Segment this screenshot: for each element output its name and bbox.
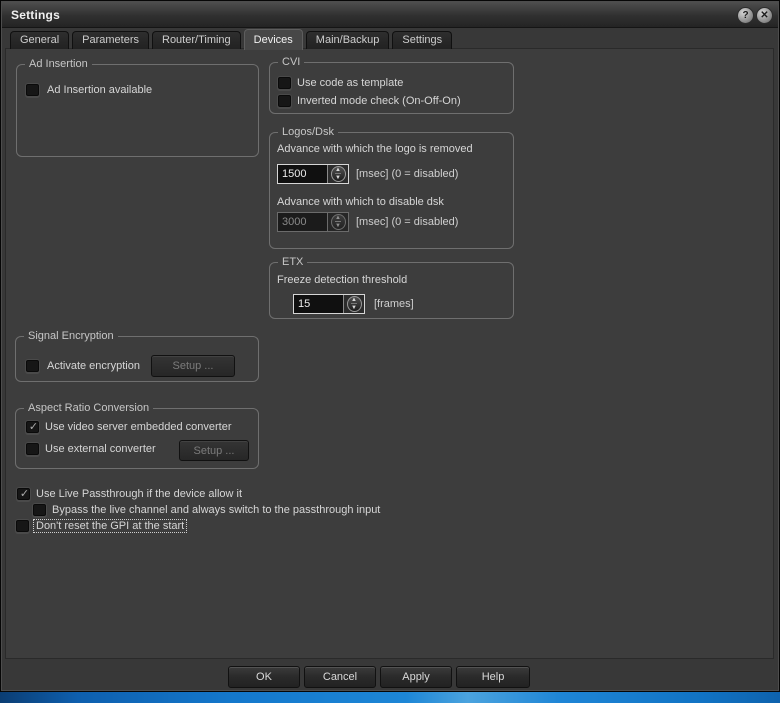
- ad-insertion-available-row: Ad Insertion available: [25, 83, 152, 97]
- spinner-knob: ▲ ▼: [347, 296, 362, 312]
- logos-dsk-group-title: Logos/Dsk: [278, 126, 338, 139]
- gpi-reset-checkbox[interactable]: [15, 519, 30, 533]
- ad-insertion-group-title: Ad Insertion: [25, 58, 92, 71]
- embedded-converter-row: ✓ Use video server embedded converter: [25, 420, 231, 434]
- dsk-advance-unit: [msec] (0 = disabled): [356, 212, 458, 232]
- close-button[interactable]: ✕: [756, 7, 773, 24]
- external-converter-setup-button: Setup ...: [179, 440, 249, 461]
- freeze-threshold-label: Freeze detection threshold: [277, 274, 407, 286]
- ad-insertion-group: Ad Insertion: [16, 64, 259, 157]
- inverted-mode-label: Inverted mode check (On-Off-On): [297, 95, 461, 107]
- use-code-checkbox[interactable]: [277, 76, 292, 90]
- etx-group-title: ETX: [278, 256, 307, 269]
- live-passthrough-row: ✓ Use Live Passthrough if the device all…: [16, 487, 242, 501]
- external-converter-checkbox[interactable]: [25, 442, 40, 456]
- dsk-advance-spinbox: ▲ ▼: [277, 212, 349, 232]
- tab-general[interactable]: General: [10, 31, 69, 49]
- tab-parameters[interactable]: Parameters: [72, 31, 149, 49]
- cvi-group-title: CVI: [278, 56, 304, 69]
- gpi-reset-row: Don't reset the GPI at the start: [15, 519, 187, 533]
- freeze-threshold-unit: [frames]: [374, 294, 414, 314]
- freeze-threshold-input[interactable]: [294, 295, 343, 313]
- help-button[interactable]: ?: [737, 7, 754, 24]
- spin-down-icon: ▼: [335, 173, 341, 181]
- spin-down-icon: ▼: [351, 303, 357, 311]
- bypass-live-channel-row: Bypass the live channel and always switc…: [32, 503, 380, 517]
- logo-advance-unit: [msec] (0 = disabled): [356, 164, 458, 184]
- help-button-bottom[interactable]: Help: [456, 666, 530, 688]
- gpi-reset-label: Don't reset the GPI at the start: [33, 519, 187, 533]
- desktop-background: [0, 692, 780, 703]
- close-icon: ✕: [760, 10, 768, 21]
- bypass-live-channel-label: Bypass the live channel and always switc…: [52, 504, 380, 516]
- settings-window: Settings ? ✕ General Parameters Router/T…: [0, 0, 780, 692]
- spin-down-icon: ▼: [335, 221, 341, 229]
- dsk-advance-spinner: ▲ ▼: [327, 213, 348, 231]
- external-converter-row: Use external converter: [25, 442, 156, 456]
- freeze-threshold-spinner[interactable]: ▲ ▼: [343, 295, 364, 313]
- activate-encryption-checkbox[interactable]: [25, 359, 40, 373]
- tab-main-backup[interactable]: Main/Backup: [306, 31, 390, 49]
- inverted-mode-checkbox[interactable]: [277, 94, 292, 108]
- cancel-button[interactable]: Cancel: [304, 666, 376, 688]
- ad-insertion-available-checkbox[interactable]: [25, 83, 40, 97]
- signal-encryption-group-title: Signal Encryption: [24, 330, 118, 343]
- use-code-label: Use code as template: [297, 77, 403, 89]
- tab-bar: General Parameters Router/Timing Devices…: [10, 30, 455, 49]
- check-icon: ✓: [26, 420, 41, 434]
- ok-button[interactable]: OK: [228, 666, 300, 688]
- spinner-knob: ▲ ▼: [331, 214, 346, 230]
- tab-devices[interactable]: Devices: [244, 29, 303, 50]
- titlebar: Settings ? ✕: [2, 2, 778, 28]
- external-converter-label: Use external converter: [45, 443, 156, 455]
- logo-advance-spinbox: ▲ ▼: [277, 164, 349, 184]
- logo-advance-label: Advance with which the logo is removed: [277, 143, 473, 155]
- logo-advance-input[interactable]: [278, 165, 327, 183]
- freeze-threshold-spinbox: ▲ ▼: [293, 294, 365, 314]
- aspect-ratio-group-title: Aspect Ratio Conversion: [24, 402, 153, 415]
- tab-settings[interactable]: Settings: [392, 31, 452, 49]
- dsk-advance-input: [278, 213, 327, 231]
- help-icon: ?: [742, 10, 748, 21]
- activate-encryption-row: Activate encryption: [25, 359, 140, 373]
- use-code-row: Use code as template: [277, 76, 403, 90]
- embedded-converter-label: Use video server embedded converter: [45, 421, 231, 433]
- logo-advance-spinner[interactable]: ▲ ▼: [327, 165, 348, 183]
- embedded-converter-checkbox[interactable]: ✓: [25, 420, 40, 434]
- apply-button[interactable]: Apply: [380, 666, 452, 688]
- encryption-setup-button: Setup ...: [151, 355, 235, 377]
- bypass-live-channel-checkbox[interactable]: [32, 503, 47, 517]
- check-icon: ✓: [17, 487, 32, 501]
- window-title: Settings: [11, 2, 60, 28]
- spinner-knob: ▲ ▼: [331, 166, 346, 182]
- activate-encryption-label: Activate encryption: [47, 360, 140, 372]
- ad-insertion-available-label: Ad Insertion available: [47, 84, 152, 96]
- live-passthrough-checkbox[interactable]: ✓: [16, 487, 31, 501]
- live-passthrough-label: Use Live Passthrough if the device allow…: [36, 488, 242, 500]
- tab-router-timing[interactable]: Router/Timing: [152, 31, 241, 49]
- inverted-mode-row: Inverted mode check (On-Off-On): [277, 94, 461, 108]
- dsk-advance-label: Advance with which to disable dsk: [277, 196, 444, 208]
